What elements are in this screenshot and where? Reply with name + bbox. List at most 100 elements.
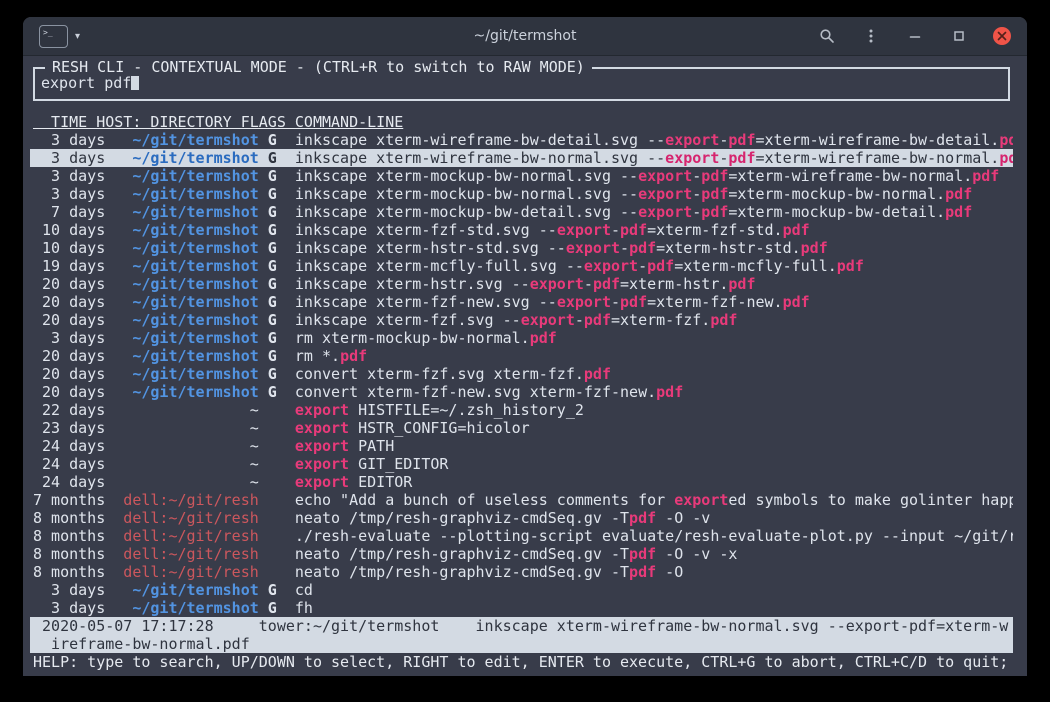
close-button[interactable] <box>993 27 1011 45</box>
chevron-down-icon[interactable]: ▾ <box>75 31 80 42</box>
table-row[interactable]: 8 months dell:~/git/resh neato /tmp/resh… <box>30 509 1013 527</box>
search-icon <box>819 28 835 44</box>
row-command: export HISTFILE=~/.zsh_history_2 <box>295 401 584 419</box>
table-row[interactable]: 20 days ~/git/termshot G inkscape xterm-… <box>30 311 1013 329</box>
row-time: 24 days <box>33 455 105 473</box>
minimize-button[interactable] <box>905 26 925 46</box>
row-time: 7 months <box>33 491 105 509</box>
row-time: 20 days <box>33 383 105 401</box>
restore-icon <box>951 28 967 44</box>
row-command: inkscape xterm-fzf.svg --export-pdf=xter… <box>295 311 738 329</box>
row-flag <box>259 437 295 455</box>
table-row[interactable]: 10 days ~/git/termshot G inkscape xterm-… <box>30 239 1013 257</box>
table-row[interactable]: 24 days ~ export PATH <box>30 437 1013 455</box>
table-row[interactable]: 8 months dell:~/git/resh ./resh-evaluate… <box>30 527 1013 545</box>
row-host: ~/git/termshot <box>105 257 259 275</box>
row-command: inkscape xterm-wireframe-bw-normal.svg -… <box>295 149 1013 167</box>
table-row[interactable]: 3 days ~/git/termshot G fh <box>30 599 1013 617</box>
table-row[interactable]: 7 days ~/git/termshot G inkscape xterm-m… <box>30 203 1013 221</box>
row-host: ~/git/termshot <box>105 599 259 617</box>
table-row[interactable]: 8 months dell:~/git/resh neato /tmp/resh… <box>30 563 1013 581</box>
row-flag <box>259 419 295 437</box>
row-flag: G <box>259 293 295 311</box>
new-terminal-button[interactable]: >_ ▾ <box>39 25 80 48</box>
search-query: export pdf <box>41 74 131 92</box>
table-row[interactable]: 3 days ~/git/termshot G rm xterm-mockup-… <box>30 329 1013 347</box>
row-flag: G <box>259 347 295 365</box>
row-host: dell:~/git/resh <box>105 545 259 563</box>
row-command: neato /tmp/resh-graphviz-cmdSeq.gv -Tpdf… <box>295 545 738 563</box>
row-time: 7 days <box>33 203 105 221</box>
row-host: ~/git/termshot <box>105 149 259 167</box>
row-flag: G <box>259 221 295 239</box>
row-command: inkscape xterm-mockup-bw-detail.svg --ex… <box>295 203 972 221</box>
row-time: 22 days <box>33 401 105 419</box>
row-time: 20 days <box>33 347 105 365</box>
row-flag <box>259 455 295 473</box>
table-row[interactable]: 22 days ~ export HISTFILE=~/.zsh_history… <box>30 401 1013 419</box>
table-row[interactable]: 3 days ~/git/termshot G inkscape xterm-m… <box>30 185 1013 203</box>
table-row[interactable]: 24 days ~ export EDITOR <box>30 473 1013 491</box>
row-command: export PATH <box>295 437 394 455</box>
row-time: 10 days <box>33 221 105 239</box>
row-flag: G <box>259 329 295 347</box>
row-flag <box>259 563 295 581</box>
row-host: ~/git/termshot <box>105 185 259 203</box>
row-command: cd <box>295 581 313 599</box>
table-row[interactable]: 23 days ~ export HSTR_CONFIG=hicolor <box>30 419 1013 437</box>
row-command: inkscape xterm-mcfly-full.svg --export-p… <box>295 257 864 275</box>
row-flag: G <box>259 131 295 149</box>
row-host: ~/git/termshot <box>105 221 259 239</box>
row-flag <box>259 491 295 509</box>
row-host: dell:~/git/resh <box>105 563 259 581</box>
row-time: 20 days <box>33 293 105 311</box>
row-command: export GIT_EDITOR <box>295 455 449 473</box>
table-row[interactable]: 3 days ~/git/termshot G cd <box>30 581 1013 599</box>
row-host: ~/git/termshot <box>105 131 259 149</box>
search-button[interactable] <box>817 26 837 46</box>
terminal-icon: >_ <box>39 25 68 48</box>
row-flag <box>259 527 295 545</box>
restore-button[interactable] <box>949 26 969 46</box>
minimize-icon <box>907 28 923 44</box>
row-host: ~/git/termshot <box>105 239 259 257</box>
row-command: convert xterm-fzf-new.svg xterm-fzf-new.… <box>295 383 683 401</box>
table-row[interactable]: 10 days ~/git/termshot G inkscape xterm-… <box>30 221 1013 239</box>
row-time: 3 days <box>33 599 105 617</box>
row-time: 10 days <box>33 239 105 257</box>
menu-button[interactable] <box>861 26 881 46</box>
table-row[interactable]: 20 days ~/git/termshot G convert xterm-f… <box>30 365 1013 383</box>
history-header: TIME HOST: DIRECTORY FLAGS COMMAND-LINE <box>30 113 1013 131</box>
row-time: 3 days <box>33 167 105 185</box>
row-host: ~ <box>105 455 259 473</box>
row-command: rm *.pdf <box>295 347 367 365</box>
table-row[interactable]: 20 days ~/git/termshot G inkscape xterm-… <box>30 293 1013 311</box>
terminal-window: >_ ▾ ~/git/termshot <box>23 17 1027 676</box>
table-row[interactable]: 3 days ~/git/termshot G inkscape xterm-w… <box>30 149 1013 167</box>
row-command: inkscape xterm-fzf-new.svg --export-pdf=… <box>295 293 810 311</box>
table-row[interactable]: 7 months dell:~/git/resh echo "Add a bun… <box>30 491 1013 509</box>
row-time: 8 months <box>33 509 105 527</box>
row-flag: G <box>259 149 295 167</box>
row-host: ~/git/termshot <box>105 581 259 599</box>
table-row[interactable]: 8 months dell:~/git/resh neato /tmp/resh… <box>30 545 1013 563</box>
close-icon <box>997 31 1007 41</box>
row-host: dell:~/git/resh <box>105 509 259 527</box>
row-flag: G <box>259 257 295 275</box>
table-row[interactable]: 3 days ~/git/termshot G inkscape xterm-m… <box>30 167 1013 185</box>
row-time: 3 days <box>33 149 105 167</box>
table-row[interactable]: 19 days ~/git/termshot G inkscape xterm-… <box>30 257 1013 275</box>
row-time: 3 days <box>33 131 105 149</box>
row-time: 19 days <box>33 257 105 275</box>
row-flag: G <box>259 185 295 203</box>
row-flag: G <box>259 167 295 185</box>
table-row[interactable]: 24 days ~ export GIT_EDITOR <box>30 455 1013 473</box>
row-host: ~/git/termshot <box>105 203 259 221</box>
row-flag: G <box>259 275 295 293</box>
row-command: export EDITOR <box>295 473 412 491</box>
table-row[interactable]: 20 days ~/git/termshot G inkscape xterm-… <box>30 275 1013 293</box>
table-row[interactable]: 20 days ~/git/termshot G rm *.pdf <box>30 347 1013 365</box>
table-row[interactable]: 20 days ~/git/termshot G convert xterm-f… <box>30 383 1013 401</box>
detail-line-1: 2020-05-07 17:17:28 tower:~/git/termshot… <box>30 617 1013 635</box>
table-row[interactable]: 3 days ~/git/termshot G inkscape xterm-w… <box>30 131 1013 149</box>
